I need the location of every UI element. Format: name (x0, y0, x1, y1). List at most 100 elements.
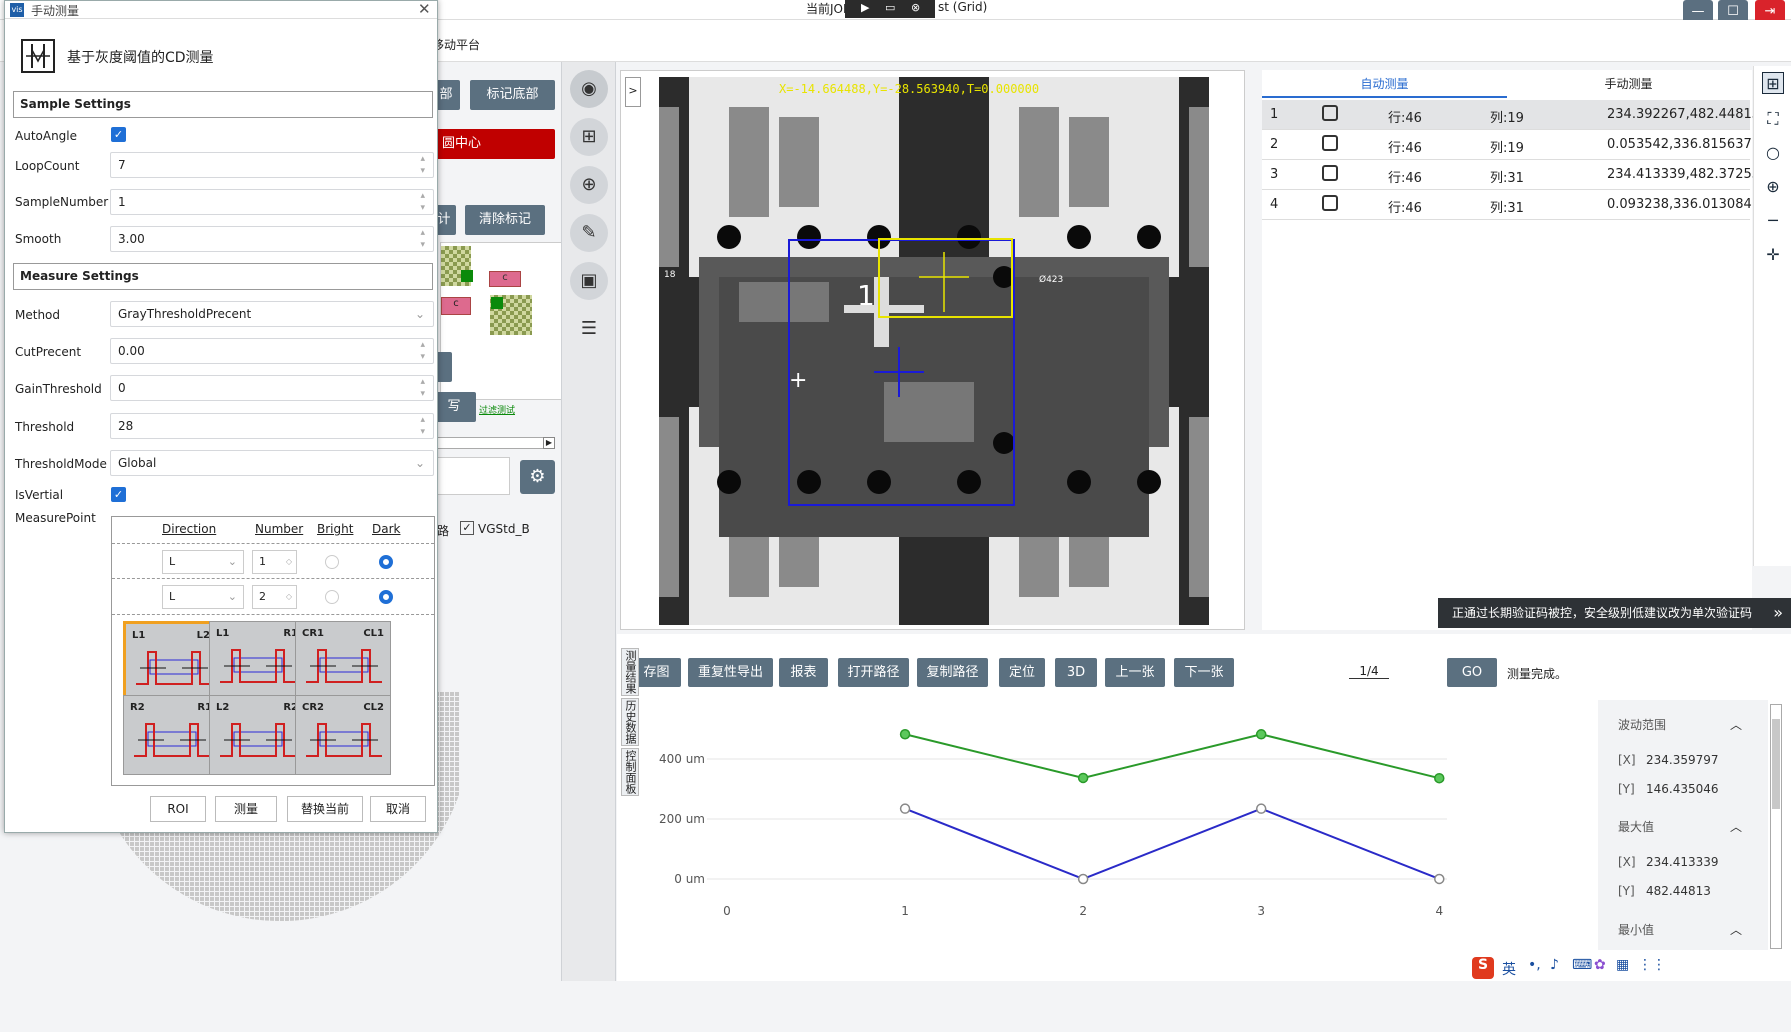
crosshair-icon[interactable]: ✛ (1762, 244, 1784, 266)
data-point[interactable] (1255, 803, 1267, 814)
roi-button[interactable]: ROI (150, 796, 206, 822)
mark-bottom-button[interactable]: 标记底部 (470, 80, 555, 110)
mp-direction-select[interactable]: L ⌄ (162, 550, 244, 574)
data-point[interactable] (1434, 873, 1445, 885)
toolbar-button-6[interactable]: 3D (1055, 658, 1097, 687)
mp-bright-radio[interactable] (325, 590, 339, 604)
table-row[interactable]: 3 行:46 列:31 234.413339,482.372539 (1262, 160, 1768, 190)
toolbar-button-0[interactable]: 存图 (632, 658, 681, 687)
frame-icon[interactable] (1322, 165, 1338, 181)
filter-test-link[interactable]: 过滤测试 (479, 403, 515, 416)
write-button[interactable]: 写 (432, 392, 476, 422)
threshold-mode-select[interactable]: Global ⌄ (110, 450, 434, 476)
go-button[interactable]: GO (1447, 658, 1497, 687)
measure-mode-4[interactable]: L2 R2 (209, 695, 305, 775)
sample-number-input[interactable]: 1 ▴ ▾ (110, 189, 434, 215)
table-row[interactable]: 4 行:46 列:31 0.093238,336.013084 (1262, 190, 1752, 220)
expand-panel-button[interactable]: > (625, 77, 641, 107)
frame-icon[interactable] (1322, 195, 1338, 211)
mp-number-input[interactable]: 1 ◇ (252, 550, 297, 574)
toolbar-button-2[interactable]: 报表 (779, 658, 828, 687)
measure-mode-5[interactable]: CR2 CL2 (295, 695, 391, 775)
ime-logo-icon[interactable]: S (1472, 957, 1494, 979)
measure-mode-1[interactable]: L1 R1 (209, 621, 305, 701)
measure-tool-icon[interactable]: ⊞ (1762, 72, 1784, 94)
is-vertial-checkbox[interactable]: ✓ (111, 487, 126, 502)
mp-bright-radio[interactable] (325, 555, 339, 569)
frame-icon[interactable] (1322, 135, 1338, 151)
mp-dark-radio[interactable] (379, 590, 393, 604)
data-point[interactable] (899, 803, 911, 814)
camera-icon[interactable]: ◉ (570, 70, 608, 108)
toolbar-button-7[interactable]: 上一张 (1105, 658, 1165, 687)
method-select[interactable]: GrayThresholdPrecent ⌄ (110, 301, 434, 327)
image-viewer[interactable]: > 1 18 Ø423 X=-14.664488,Y=-28.563940,T=… (620, 70, 1245, 630)
table-row[interactable]: 1 行:46 列:19 234.392267,482.44813 (1262, 100, 1760, 130)
auto-angle-checkbox[interactable]: ✓ (111, 127, 126, 142)
toolbar-button-4[interactable]: 复制路径 (917, 658, 988, 687)
checklist-icon[interactable]: ☰ (570, 310, 608, 348)
capture-screen-icon[interactable]: ▭ (885, 1, 895, 14)
measure-mode-3[interactable]: R2 R1 (123, 695, 219, 775)
tab-history[interactable]: 历史数据 (621, 698, 639, 746)
ime-grid-icon[interactable]: ⋮⋮ (1638, 957, 1666, 973)
measure-button[interactable]: 测量 (215, 796, 277, 822)
tab-manual-measure[interactable]: 手动测量 (1507, 70, 1750, 98)
range-collapse-icon[interactable]: ︿ (1730, 716, 1742, 733)
table-row[interactable]: 2 行:46 列:19 0.053542,336.815637 (1262, 130, 1752, 160)
gain-threshold-input[interactable]: 0 ▴ ▾ (110, 375, 434, 401)
ime-punct-icon[interactable]: •, (1528, 957, 1541, 973)
ime-lang[interactable]: 英 (1502, 959, 1516, 979)
max-collapse-icon[interactable]: ︿ (1730, 818, 1742, 835)
horizontal-scrollbar[interactable] (435, 437, 555, 449)
data-point[interactable] (1077, 772, 1089, 784)
globe-grid-icon[interactable]: ⊕ (570, 166, 608, 204)
toolbar-button-3[interactable]: 打开路径 (838, 658, 909, 687)
input-box[interactable] (432, 457, 510, 495)
stats-scrollbar[interactable] (1770, 704, 1782, 949)
toolbar-button-8[interactable]: 下一张 (1174, 658, 1234, 687)
ime-skin-icon[interactable]: ✿ (1594, 957, 1606, 973)
wafer-grid-icon[interactable]: ⊞ (570, 118, 608, 156)
circle-tool-icon[interactable]: ○ (1762, 142, 1784, 164)
frame-select-icon[interactable]: ⛶ (1762, 108, 1784, 130)
tab-results[interactable]: 测量结果 (621, 648, 639, 696)
circle-center-button[interactable]: 圆中心 (432, 129, 555, 159)
replace-current-button[interactable]: 替换当前 (287, 796, 363, 822)
tab-move-platform[interactable]: 移动平台 (432, 36, 480, 53)
vgstd-checkbox[interactable]: ✓ (460, 521, 474, 535)
refresh-settings-icon[interactable]: ⚙ (520, 460, 555, 494)
capture-close-icon[interactable]: ⊗ (911, 1, 920, 14)
scroll-thumb[interactable] (1772, 719, 1780, 809)
mp-direction-select[interactable]: L ⌄ (162, 585, 244, 609)
mp-dark-radio[interactable] (379, 555, 393, 569)
data-point[interactable] (1434, 772, 1445, 784)
capture-play-icon[interactable]: ▶ (861, 1, 869, 14)
tab-control[interactable]: 控制面板 (621, 748, 639, 796)
add-frame-icon[interactable]: ⊕ (1762, 176, 1784, 198)
threshold-input[interactable]: 28 ▴ ▾ (110, 413, 434, 439)
line-point-icon[interactable]: ─ (1762, 210, 1784, 232)
loop-count-input[interactable]: 7 ▴ ▾ (110, 152, 434, 178)
measure-mode-0[interactable]: L1 L2 (123, 621, 219, 701)
data-point[interactable] (1077, 873, 1089, 885)
toolbar-button-1[interactable]: 重复性导出 (688, 658, 773, 687)
notice-expand-icon[interactable]: » (1773, 598, 1783, 628)
min-collapse-icon[interactable]: ︿ (1730, 921, 1742, 938)
data-point[interactable] (899, 729, 911, 740)
tab-auto-measure[interactable]: 自动测量 (1262, 70, 1507, 98)
ime-mic-icon[interactable]: ♪ (1550, 957, 1559, 973)
cancel-button[interactable]: 取消 (370, 796, 426, 822)
cut-precent-input[interactable]: 0.00 ▴ ▾ (110, 338, 434, 364)
frame-icon[interactable] (1322, 105, 1338, 121)
ime-apps-icon[interactable]: ▦ (1616, 957, 1629, 973)
ime-keyboard-icon[interactable]: ⌨ (1572, 957, 1592, 973)
close-icon[interactable]: ✕ (418, 0, 431, 18)
toolbar-button-5[interactable]: 定位 (999, 658, 1045, 687)
mp-number-input[interactable]: 2 ◇ (252, 585, 297, 609)
image-frame-icon[interactable]: ▣ (570, 262, 608, 300)
smooth-input[interactable]: 3.00 ▴ ▾ (110, 226, 434, 252)
ruler-icon[interactable]: ✎ (570, 214, 608, 252)
clear-marks-button[interactable]: 清除标记 (465, 205, 545, 235)
scroll-right-icon[interactable]: ▶ (543, 437, 555, 449)
